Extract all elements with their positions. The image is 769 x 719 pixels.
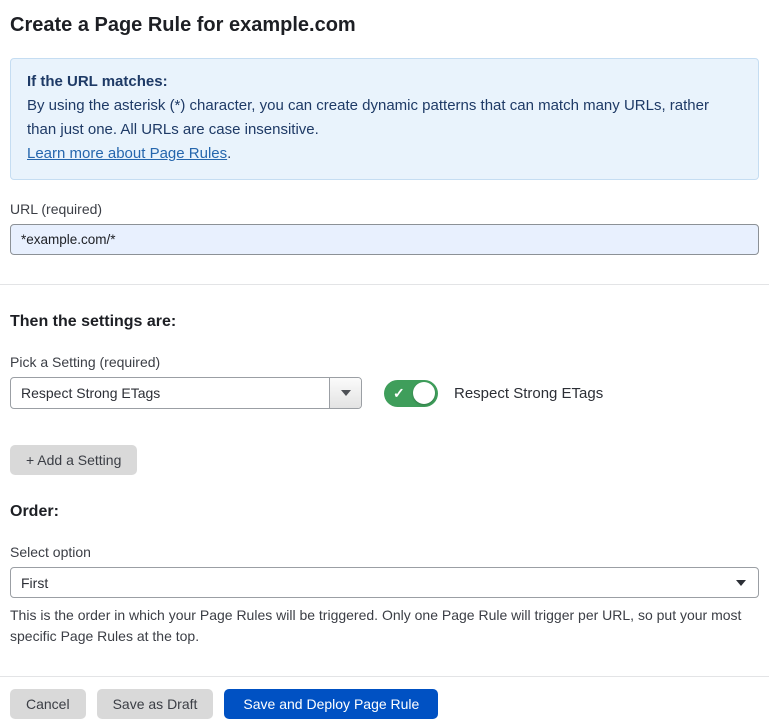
section-divider-top [0, 284, 769, 285]
setting-toggle[interactable]: ✓ [384, 380, 438, 407]
learn-more-link[interactable]: Learn more about Page Rules [27, 145, 227, 162]
order-heading: Order: [10, 503, 759, 521]
toggle-check-icon: ✓ [393, 386, 405, 400]
chevron-down-icon [736, 580, 746, 586]
order-select[interactable]: First [10, 567, 759, 598]
url-label: URL (required) [10, 201, 759, 217]
setting-picker-label: Pick a Setting (required) [10, 354, 759, 370]
save-deploy-button[interactable]: Save and Deploy Page Rule [224, 689, 438, 719]
section-divider-bottom [0, 676, 769, 677]
setting-select-value: Respect Strong ETags [11, 378, 329, 408]
dropdown-arrow-icon [341, 390, 351, 396]
add-setting-button[interactable]: + Add a Setting [10, 445, 137, 475]
info-box-heading: If the URL matches: [27, 70, 742, 94]
toggle-knob [413, 382, 435, 404]
order-help-text: This is the order in which your Page Rul… [10, 605, 750, 647]
setting-select-arrow-button[interactable] [329, 378, 361, 408]
link-period: . [227, 145, 231, 162]
setting-select[interactable]: Respect Strong ETags [10, 377, 362, 409]
url-input[interactable] [10, 224, 759, 255]
save-draft-button[interactable]: Save as Draft [97, 689, 214, 719]
info-box-body: By using the asterisk (*) character, you… [27, 94, 742, 142]
setting-toggle-label: Respect Strong ETags [454, 385, 603, 402]
cancel-button[interactable]: Cancel [10, 689, 86, 719]
order-select-value: First [21, 575, 48, 591]
setting-row: Respect Strong ETags ✓ Respect Strong ET… [10, 377, 759, 409]
create-page-rule-form: Create a Page Rule for example.com If th… [0, 0, 769, 719]
footer-actions: Cancel Save as Draft Save and Deploy Pag… [10, 689, 759, 719]
page-title: Create a Page Rule for example.com [10, 14, 759, 37]
info-box-link-row: Learn more about Page Rules. [27, 142, 742, 166]
settings-heading: Then the settings are: [10, 313, 759, 331]
order-select-label: Select option [10, 544, 759, 560]
url-match-info-box: If the URL matches: By using the asteris… [10, 58, 759, 180]
